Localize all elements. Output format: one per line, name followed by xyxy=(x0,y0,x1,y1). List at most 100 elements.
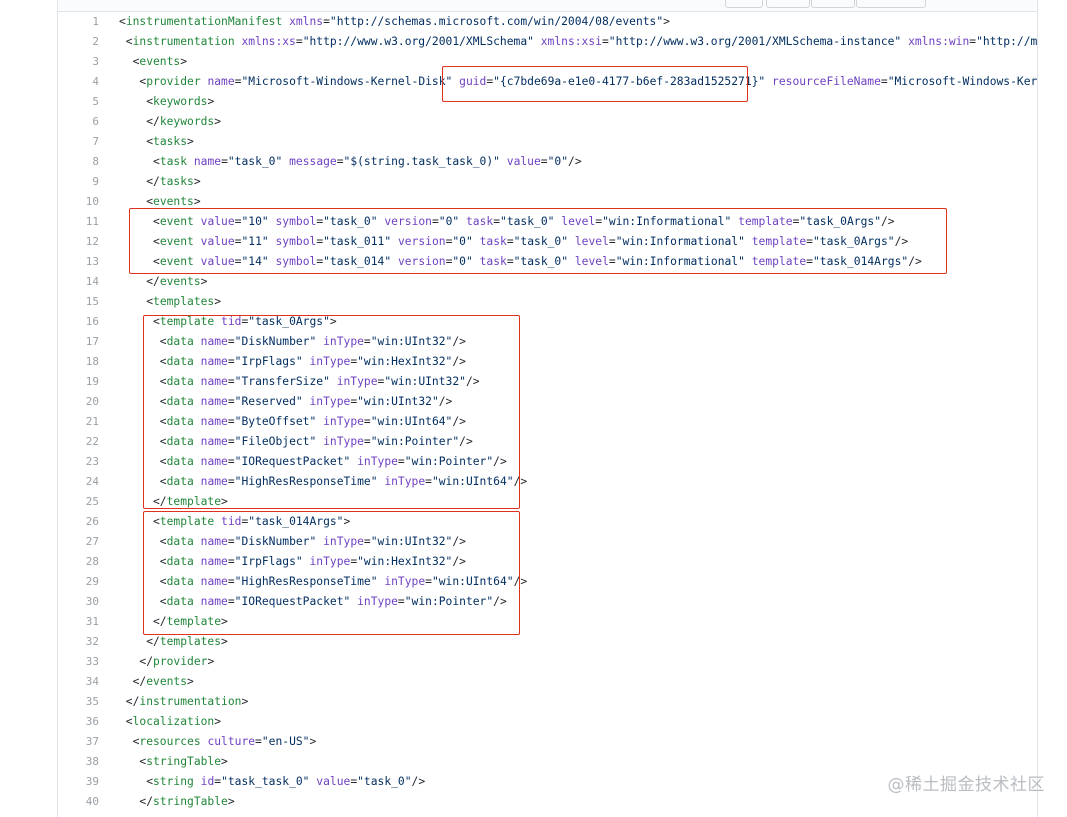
xml-attribute-value: "TransferSize" xyxy=(234,375,330,388)
xml-punctuation: /> xyxy=(452,355,466,368)
xml-punctuation: = xyxy=(323,15,330,28)
line-number: 1 xyxy=(92,15,99,28)
xml-attribute-value: "Microsoft-Windows-Kernel-Disk" xyxy=(241,75,453,88)
xml-punctuation: </ xyxy=(119,115,160,128)
xml-tag-name: data xyxy=(166,555,194,568)
line-number: 21 xyxy=(85,415,99,428)
xml-punctuation: = xyxy=(806,255,813,268)
xml-tag-name: data xyxy=(166,595,194,608)
toolbar-button[interactable] xyxy=(766,0,810,8)
xml-punctuation: < xyxy=(119,195,154,208)
line-number: 11 xyxy=(85,215,99,228)
line-number: 19 xyxy=(85,375,99,388)
code-line: 11 <event value="10" symbol="task_0" ver… xyxy=(58,212,1037,232)
xml-attribute-name: message xyxy=(289,155,337,168)
xml-punctuation: < xyxy=(119,235,160,248)
xml-tag-name: data xyxy=(166,455,194,468)
xml-tag-name: instrumentation xyxy=(139,695,242,708)
code-line: 27 <data name="DiskNumber" inType="win:U… xyxy=(58,532,1037,552)
code-line: 18 <data name="IrpFlags" inType="win:Hex… xyxy=(58,352,1037,372)
xml-attribute-name: name xyxy=(200,415,228,428)
xml-attribute-value: "{c7bde69a-e1e0-4177-b6ef-283ad1525271}" xyxy=(493,75,766,88)
line-content: </templates> xyxy=(119,632,228,652)
code-line: 5 <keywords> xyxy=(58,92,1037,112)
xml-tag-name: data xyxy=(166,575,194,588)
toolbar-button[interactable] xyxy=(856,0,926,8)
xml-tag-name: localization xyxy=(132,715,215,728)
xml-punctuation: < xyxy=(119,15,126,28)
xml-attribute-value: "task_0" xyxy=(513,255,569,268)
xml-punctuation: </ xyxy=(119,615,167,628)
xml-punctuation: < xyxy=(119,335,167,348)
line-content: </provider> xyxy=(119,652,214,672)
line-content: <data name="HighResResponseTime" inType=… xyxy=(119,572,527,592)
xml-tag-name: events xyxy=(159,275,201,288)
xml-attribute-value: "ByteOffset" xyxy=(234,415,317,428)
xml-punctuation xyxy=(391,255,398,268)
line-content: <instrumentation xmlns:xs="http://www.w3… xyxy=(119,32,1037,52)
line-content: </stringTable> xyxy=(119,792,234,812)
xml-attribute-value: "task_0" xyxy=(227,155,283,168)
xml-attribute-name: inType xyxy=(323,415,364,428)
xml-punctuation: = xyxy=(221,155,228,168)
xml-attribute-value: "win:Pointer" xyxy=(404,455,494,468)
xml-punctuation: > xyxy=(193,175,201,188)
xml-punctuation: > xyxy=(329,315,337,328)
xml-attribute-name: template xyxy=(751,255,807,268)
line-number: 3 xyxy=(92,55,99,68)
xml-punctuation: = xyxy=(601,35,609,48)
line-content: <template tid="task_014Args"> xyxy=(119,512,350,532)
xml-attribute-name: resourceFileName xyxy=(772,75,881,88)
xml-attribute-name: value xyxy=(316,775,351,788)
xml-tag-name: template xyxy=(166,615,222,628)
xml-attribute-name: id xyxy=(200,775,215,788)
xml-punctuation: > xyxy=(214,295,222,308)
xml-attribute-name: xmlns:xsi xyxy=(540,35,602,48)
xml-punctuation: > xyxy=(187,135,194,148)
line-number: 38 xyxy=(85,755,99,768)
line-content: <templates> xyxy=(119,292,221,312)
xml-attribute-value: "DiskNumber" xyxy=(234,535,317,548)
line-content: <event value = "11" symbol = "task_011" vers… xyxy=(119,232,908,252)
xml-punctuation: > xyxy=(663,15,670,28)
xml-attribute-value: "win:Pointer" xyxy=(370,435,460,448)
line-number: 10 xyxy=(85,195,99,208)
line-content: </events> xyxy=(119,672,194,692)
code-line: 36 <localization> xyxy=(58,712,1037,732)
xml-attribute-name: name xyxy=(200,535,228,548)
xml-punctuation: > xyxy=(214,115,222,128)
line-content: <data name="FileObject" inType="win:Poin… xyxy=(119,432,473,452)
code-line: 28 <data name="IrpFlags" inType="win:Hex… xyxy=(58,552,1037,572)
xml-attribute-value: "en-US" xyxy=(261,735,310,748)
xml-tag-name: data xyxy=(166,435,194,448)
code-line: 9 </tasks> xyxy=(58,172,1037,192)
xml-punctuation xyxy=(473,255,480,268)
xml-punctuation: < xyxy=(119,455,167,468)
code-line: 12 <event value = "11" symbol = "task_011" v… xyxy=(58,232,1037,252)
xml-attribute-value: "IORequestPacket" xyxy=(234,595,351,608)
xml-attribute-name: task xyxy=(479,235,507,248)
xml-punctuation: = xyxy=(227,415,235,428)
xml-punctuation: > xyxy=(207,655,215,668)
code-line: 1 <instrumentationManifest xmlns="http://… xyxy=(58,12,1037,32)
xml-attribute-value: "task_0" xyxy=(357,775,412,788)
line-content: <events> xyxy=(119,192,200,212)
code-line: 3 <events> xyxy=(58,52,1037,72)
xml-punctuation: < xyxy=(119,295,154,308)
xml-punctuation: < xyxy=(119,155,160,168)
xml-punctuation xyxy=(194,375,201,388)
toolbar-button[interactable] xyxy=(725,0,763,8)
xml-punctuation xyxy=(194,555,201,568)
line-number: 20 xyxy=(85,395,99,408)
xml-punctuation: /> xyxy=(459,435,473,448)
xml-attribute-value: "Microsoft-Windows-Kernel-D xyxy=(887,75,1038,88)
xml-punctuation xyxy=(194,415,201,428)
xml-attribute-name: name xyxy=(200,595,228,608)
xml-attribute-value: "task_task_0" xyxy=(221,775,310,788)
line-number: 6 xyxy=(92,115,99,128)
xml-punctuation: = xyxy=(227,575,235,588)
xml-punctuation: > xyxy=(221,755,228,768)
line-content: </template> xyxy=(119,492,228,512)
toolbar-button[interactable] xyxy=(811,0,855,8)
xml-attribute-value: "task_014" xyxy=(323,255,392,268)
